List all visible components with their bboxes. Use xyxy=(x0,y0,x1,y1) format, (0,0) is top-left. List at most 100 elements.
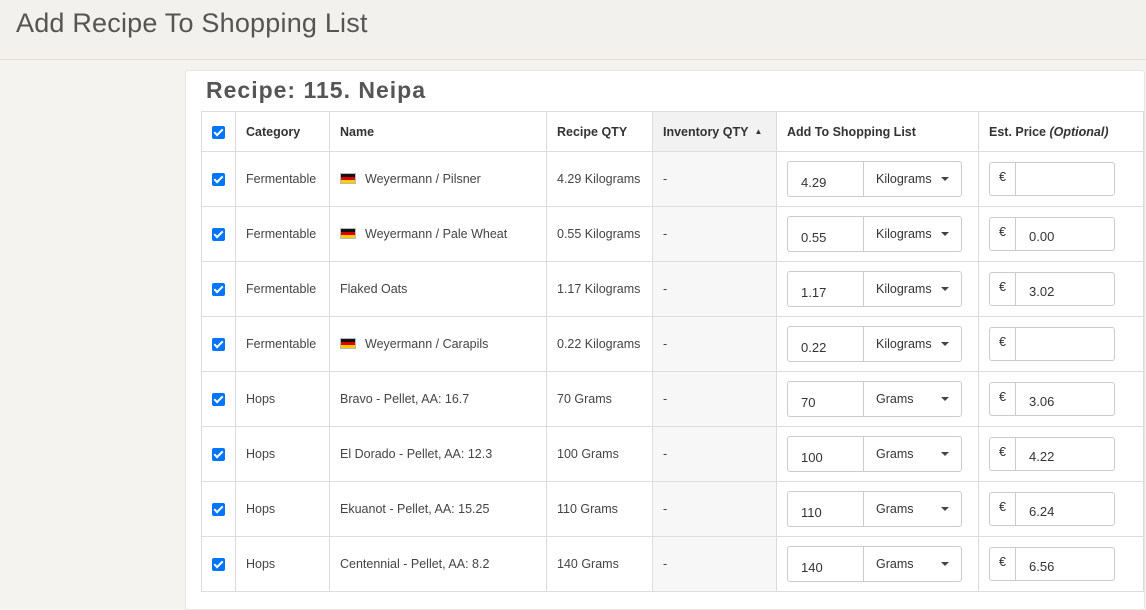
row-name-cell: Ekuanot - Pellet, AA: 15.25 xyxy=(329,481,547,537)
unit-select[interactable]: Grams xyxy=(863,436,962,472)
row-category: Fermentable xyxy=(235,261,330,317)
price-input[interactable] xyxy=(1015,492,1115,526)
unit-select[interactable]: Grams xyxy=(863,491,962,527)
price-input[interactable] xyxy=(1015,217,1115,251)
row-price-cell: € xyxy=(978,481,1144,537)
row-name-cell: Bravo - Pellet, AA: 16.7 xyxy=(329,371,547,427)
row-name: Flaked Oats xyxy=(340,282,408,296)
table-row: Hops El Dorado - Pellet, AA: 12.3 100 Gram… xyxy=(201,426,1144,482)
row-inventory-qty: - xyxy=(652,151,777,207)
row-category: Hops xyxy=(235,426,330,482)
row-name-cell: Weyermann / Pilsner xyxy=(329,151,547,207)
column-header-category[interactable]: Category xyxy=(235,111,330,152)
column-header-recipe-qty[interactable]: Recipe QTY xyxy=(546,111,653,152)
row-recipe-qty: 4.29 Kilograms xyxy=(546,151,653,207)
caret-down-icon xyxy=(941,177,949,181)
quantity-input[interactable] xyxy=(787,436,863,472)
unit-select[interactable]: Kilograms xyxy=(863,216,962,252)
quantity-input[interactable] xyxy=(787,271,863,307)
row-recipe-qty: 110 Grams xyxy=(546,481,653,537)
row-name-cell: Weyermann / Carapils xyxy=(329,316,547,372)
row-category: Hops xyxy=(235,536,330,592)
price-group: € xyxy=(989,492,1115,526)
price-input[interactable] xyxy=(1015,272,1115,306)
row-price-cell: € xyxy=(978,316,1144,372)
table-row: Fermentable Weyermann / Pale Wheat 0.55 Ki… xyxy=(201,206,1144,262)
germany-flag-icon xyxy=(340,228,356,239)
caret-down-icon xyxy=(941,452,949,456)
select-all-checkbox[interactable] xyxy=(201,111,236,152)
row-select-checkbox[interactable] xyxy=(201,371,236,427)
row-name: Ekuanot - Pellet, AA: 15.25 xyxy=(340,502,490,516)
row-recipe-qty: 1.17 Kilograms xyxy=(546,261,653,317)
page-header: Add Recipe To Shopping List xyxy=(0,0,1146,60)
quantity-input[interactable] xyxy=(787,216,863,252)
row-select-checkbox[interactable] xyxy=(201,481,236,537)
row-category: Hops xyxy=(235,371,330,427)
checkbox-checked-icon xyxy=(212,448,225,462)
recipe-card: Recipe: 115. Neipa Category Name Recipe … xyxy=(185,70,1145,610)
row-add-to-list-cell: Grams xyxy=(776,371,979,427)
ingredients-table: Category Name Recipe QTY Inventory QTY ▲ … xyxy=(201,111,1144,592)
unit-select[interactable]: Grams xyxy=(863,546,962,582)
price-input[interactable] xyxy=(1015,437,1115,471)
row-select-checkbox[interactable] xyxy=(201,426,236,482)
row-category: Fermentable xyxy=(235,206,330,262)
quantity-input[interactable] xyxy=(787,546,863,582)
row-price-cell: € xyxy=(978,151,1144,207)
price-group: € xyxy=(989,217,1115,251)
currency-addon: € xyxy=(989,327,1015,361)
unit-select[interactable]: Kilograms xyxy=(863,271,962,307)
caret-down-icon xyxy=(941,287,949,291)
quantity-input[interactable] xyxy=(787,381,863,417)
column-header-name[interactable]: Name xyxy=(329,111,547,152)
table-row: Hops Centennial - Pellet, AA: 8.2 140 Gram… xyxy=(201,536,1144,592)
table-row: Hops Ekuanot - Pellet, AA: 15.25 110 Grams… xyxy=(201,481,1144,537)
quantity-input[interactable] xyxy=(787,491,863,527)
unit-select[interactable]: Kilograms xyxy=(863,326,962,362)
checkbox-checked-icon xyxy=(212,393,225,407)
row-select-checkbox[interactable] xyxy=(201,536,236,592)
row-price-cell: € xyxy=(978,261,1144,317)
price-group: € xyxy=(989,327,1115,361)
row-inventory-qty: - xyxy=(652,261,777,317)
row-inventory-qty: - xyxy=(652,536,777,592)
unit-select-value: Grams xyxy=(876,447,914,461)
price-group: € xyxy=(989,162,1115,196)
column-header-inventory-qty[interactable]: Inventory QTY ▲ xyxy=(652,111,777,152)
row-add-to-list-cell: Grams xyxy=(776,426,979,482)
unit-select[interactable]: Grams xyxy=(863,381,962,417)
quantity-input[interactable] xyxy=(787,326,863,362)
price-input[interactable] xyxy=(1015,382,1115,416)
currency-addon: € xyxy=(989,382,1015,416)
quantity-group: Kilograms xyxy=(787,271,962,307)
row-select-checkbox[interactable] xyxy=(201,151,236,207)
row-name-cell: Weyermann / Pale Wheat xyxy=(329,206,547,262)
row-name: Bravo - Pellet, AA: 16.7 xyxy=(340,392,470,406)
price-input[interactable] xyxy=(1015,547,1115,581)
unit-select-value: Grams xyxy=(876,502,914,516)
row-add-to-list-cell: Grams xyxy=(776,481,979,537)
column-header-price[interactable]: Est. Price (Optional) xyxy=(978,111,1144,152)
column-header-add-to-list[interactable]: Add To Shopping List xyxy=(776,111,979,152)
price-input[interactable] xyxy=(1015,162,1115,196)
row-select-checkbox[interactable] xyxy=(201,316,236,372)
row-category: Hops xyxy=(235,481,330,537)
row-add-to-list-cell: Kilograms xyxy=(776,316,979,372)
quantity-group: Grams xyxy=(787,491,962,527)
unit-select-value: Kilograms xyxy=(876,172,932,186)
row-select-checkbox[interactable] xyxy=(201,206,236,262)
row-select-checkbox[interactable] xyxy=(201,261,236,317)
price-input[interactable] xyxy=(1015,327,1115,361)
price-group: € xyxy=(989,382,1115,416)
checkbox-checked-icon xyxy=(212,173,225,187)
checkbox-checked-icon xyxy=(212,228,225,242)
unit-select[interactable]: Kilograms xyxy=(863,161,962,197)
unit-select-value: Kilograms xyxy=(876,337,932,351)
row-recipe-qty: 0.55 Kilograms xyxy=(546,206,653,262)
checkbox-checked-icon xyxy=(212,558,225,572)
row-name: Centennial - Pellet, AA: 8.2 xyxy=(340,557,490,571)
table-row: Fermentable Flaked Oats 1.17 Kilograms- Kil… xyxy=(201,261,1144,317)
caret-down-icon xyxy=(941,397,949,401)
quantity-input[interactable] xyxy=(787,161,863,197)
